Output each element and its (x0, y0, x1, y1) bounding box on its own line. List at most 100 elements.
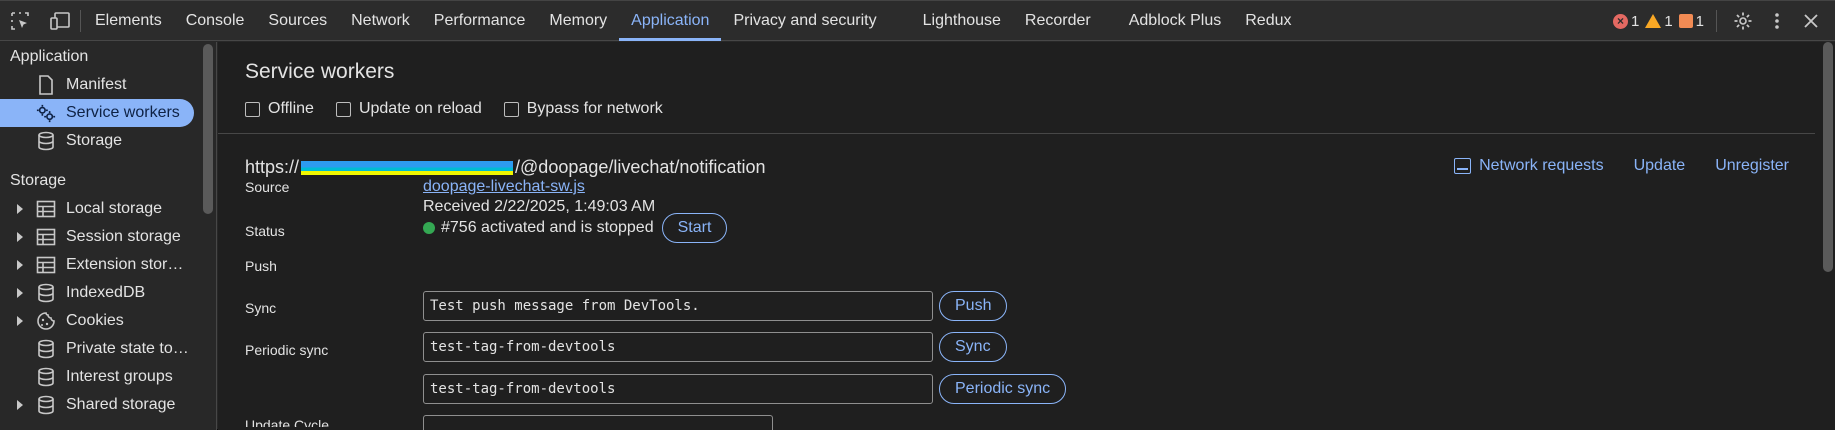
error-counter[interactable]: × 1 (1612, 13, 1639, 30)
expand-arrow-icon[interactable] (17, 316, 23, 326)
service-worker-options: Offline Update on reload Bypass for netw… (245, 100, 663, 118)
scope-suffix: /@doopage/livechat/notification (515, 157, 766, 177)
table-icon (36, 227, 56, 247)
tab-elements[interactable]: Elements (87, 1, 174, 41)
expand-arrow-icon[interactable] (17, 260, 23, 270)
status-label: Status (245, 223, 285, 239)
network-requests-label: Network requests (1479, 157, 1604, 174)
status-dot-icon (423, 222, 435, 234)
more-options-icon[interactable] (1763, 7, 1791, 35)
sidebar-item-private-state-tokens[interactable]: Private state to… (0, 335, 216, 363)
sidebar-item-label: Local storage (66, 200, 163, 217)
toolbar-divider (80, 9, 81, 32)
status-text: #756 activated and is stopped (441, 219, 654, 236)
start-button[interactable]: Start (661, 213, 728, 243)
tab-recorder[interactable]: Recorder (1013, 1, 1103, 41)
update-on-reload-checkbox[interactable]: Update on reload (335, 100, 482, 118)
sidebar-header-storage: Storage (10, 172, 67, 189)
service-worker-scope: https:// /@doopage/livechat/notification (245, 157, 765, 178)
checkbox-box[interactable] (503, 101, 519, 117)
sidebar-item-interest-groups[interactable]: Interest groups (0, 363, 216, 391)
sidebar-item-indexeddb[interactable]: IndexedDB (0, 279, 216, 307)
sidebar-item-service-workers[interactable]: Service workers (0, 99, 194, 127)
cookie-icon (36, 311, 56, 331)
checkbox-label: Bypass for network (526, 100, 663, 117)
database-icon (36, 395, 56, 415)
source-link[interactable]: doopage-livechat-sw.js (423, 178, 585, 196)
database-icon (36, 339, 56, 359)
tab-adblock-plus[interactable]: Adblock Plus (1117, 1, 1234, 41)
sidebar-item-local-storage[interactable]: Local storage (0, 195, 216, 223)
warning-count: 1 (1664, 12, 1673, 30)
warning-counter[interactable]: 1 (1645, 12, 1673, 30)
status-value: #756 activated and is stopped Start (423, 213, 728, 243)
tab-application[interactable]: Application (619, 1, 722, 41)
sidebar-item-label: Session storage (66, 228, 181, 245)
tab-sources[interactable]: Sources (256, 1, 339, 41)
checkbox-box[interactable] (335, 101, 351, 117)
sidebar-item-cookies[interactable]: Cookies (0, 307, 216, 335)
tab-network[interactable]: Network (339, 1, 422, 41)
sidebar-item-session-storage[interactable]: Session storage (0, 223, 216, 251)
gear-icon[interactable] (1729, 7, 1757, 35)
section-divider (218, 133, 1815, 134)
push-input[interactable]: Test push message from DevTools. (423, 291, 933, 321)
sidebar-item-label: Extension stor… (66, 256, 184, 273)
application-sidebar: Application Manifest Service workers Sto… (0, 42, 217, 430)
tab-lighthouse[interactable]: Lighthouse (911, 1, 1013, 41)
toolbar-right: × 1 1 1 (1612, 1, 1835, 41)
checkbox-label: Update on reload (358, 100, 482, 117)
source-label: Source (245, 179, 290, 195)
sidebar-item-manifest[interactable]: Manifest (0, 71, 216, 99)
tab-memory[interactable]: Memory (537, 1, 619, 41)
sidebar-item-shared-storage[interactable]: Shared storage (0, 391, 216, 419)
main-scrollbar[interactable] (1823, 42, 1833, 272)
push-label: Push (245, 258, 277, 274)
database-icon (36, 131, 56, 151)
offline-checkbox[interactable]: Offline (245, 100, 314, 118)
devtools-toolbar: Elements Console Sources Network Perform… (0, 1, 1835, 41)
network-requests-icon (1454, 158, 1472, 174)
sidebar-header-application: Application (10, 48, 89, 65)
issue-count: 1 (1695, 12, 1704, 30)
devtools-window: Elements Console Sources Network Perform… (0, 0, 1835, 430)
document-icon (36, 75, 56, 95)
toolbar-divider-right (1716, 10, 1717, 32)
expand-arrow-icon[interactable] (17, 400, 23, 410)
sidebar-scrollbar[interactable] (203, 44, 213, 214)
periodic-sync-button[interactable]: Periodic sync (939, 374, 1067, 404)
close-icon[interactable] (1797, 7, 1825, 35)
tab-console[interactable]: Console (174, 1, 257, 41)
inspect-element-icon[interactable] (6, 7, 34, 35)
tab-privacy-and-security[interactable]: Privacy and security (721, 1, 888, 41)
table-icon (36, 199, 56, 219)
sidebar-item-label: Cookies (66, 312, 124, 329)
table-icon (36, 255, 56, 275)
database-icon (36, 283, 56, 303)
network-requests-link[interactable]: Network requests (1454, 157, 1604, 175)
page-title: Service workers (245, 60, 395, 83)
expand-arrow-icon[interactable] (17, 232, 23, 242)
database-icon (36, 367, 56, 387)
tab-redux[interactable]: Redux (1233, 1, 1303, 41)
sidebar-item-storage[interactable]: Storage (0, 127, 216, 155)
unregister-link[interactable]: Unregister (1715, 157, 1789, 175)
sync-input[interactable]: test-tag-from-devtools (423, 332, 933, 362)
sidebar-item-label: IndexedDB (66, 284, 146, 301)
bypass-for-network-checkbox[interactable]: Bypass for network (503, 100, 663, 118)
periodic-sync-label: Periodic sync (245, 342, 329, 358)
checkbox-box[interactable] (245, 101, 260, 117)
expand-arrow-icon[interactable] (17, 204, 23, 214)
device-toolbar-icon[interactable] (46, 7, 74, 35)
sidebar-item-label: Interest groups (66, 368, 173, 385)
periodic-sync-input[interactable]: test-tag-from-devtools (423, 374, 933, 404)
issue-counter[interactable]: 1 (1678, 12, 1704, 30)
sidebar-item-label: Service workers (66, 104, 180, 121)
sidebar-item-extension-storage[interactable]: Extension stor… (0, 251, 216, 279)
update-cycle-table (423, 415, 773, 430)
sync-button[interactable]: Sync (939, 332, 1007, 362)
push-button[interactable]: Push (939, 291, 1008, 321)
update-link[interactable]: Update (1634, 157, 1686, 175)
expand-arrow-icon[interactable] (17, 288, 23, 298)
tab-performance[interactable]: Performance (422, 1, 538, 41)
